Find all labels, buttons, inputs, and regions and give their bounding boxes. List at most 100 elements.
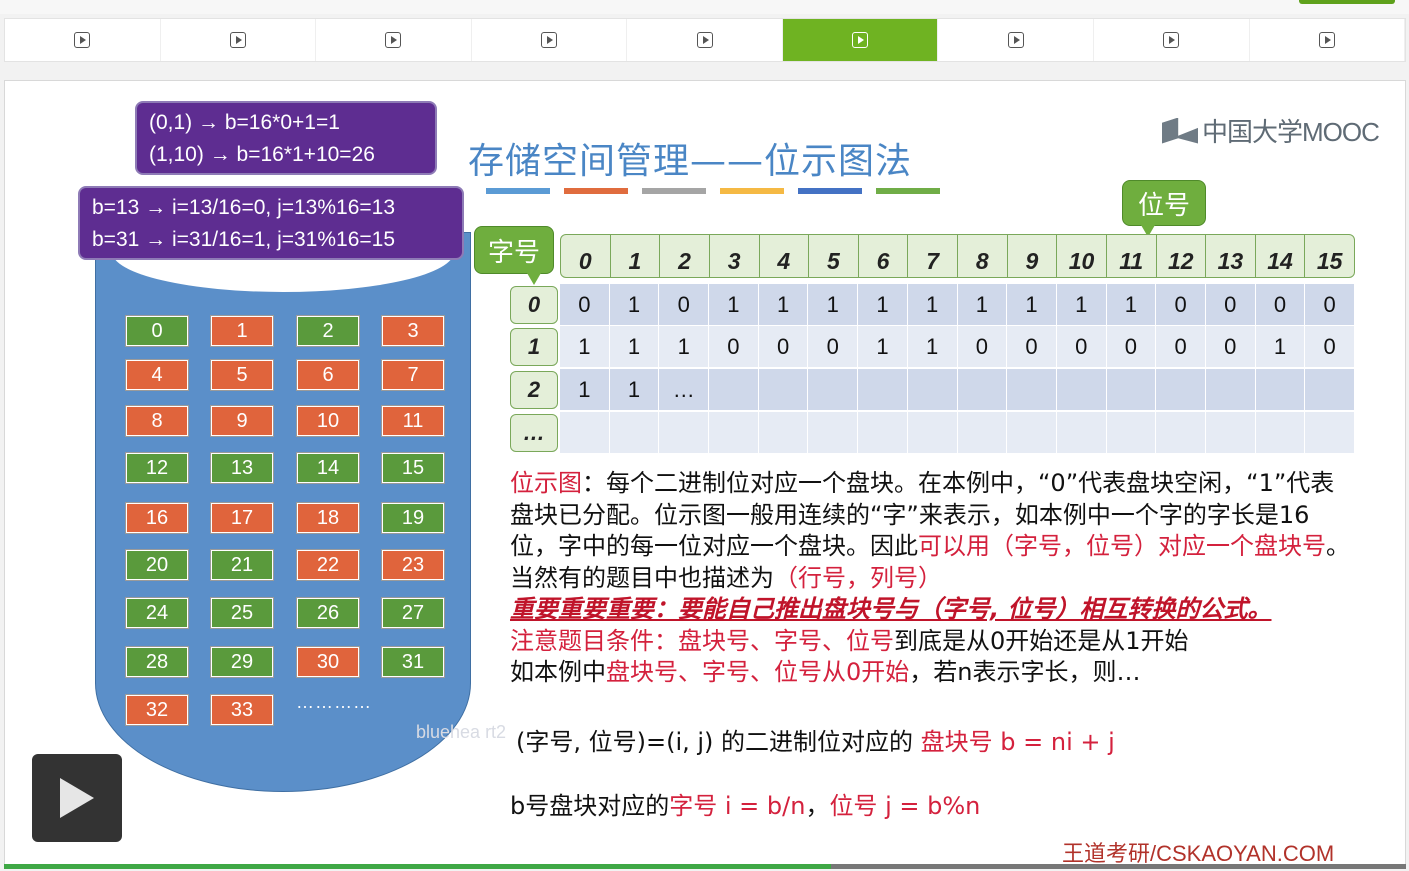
bitmap-cell: 1 [759,284,809,325]
para-highlight: （行号，列号） [774,563,942,592]
bitmap-cell [1305,412,1355,453]
bitmap-cell [1256,369,1306,410]
callout-line: b=31 → i=31/16=1, j=31%16=15 [92,228,396,251]
important-note: 重要重要重要：要能自己推出盘块号与（字号, 位号）相互转换的公式。 [510,595,1272,623]
disk-block: 21 [210,549,274,581]
chapter-tab-4[interactable] [472,19,628,61]
chapter-tab-9[interactable] [1250,19,1406,61]
bitmap-cell: 0 [560,284,610,325]
chapter-tab-5[interactable] [627,19,783,61]
disk-block: 18 [296,502,360,534]
top-strip [0,0,1409,14]
disk-block: 12 [125,452,189,484]
disk-block: 28 [125,646,189,678]
bitmap-cell [858,412,908,453]
disk-block: 15 [381,452,445,484]
play-icon [74,32,91,48]
chapter-tab-6-active[interactable] [782,19,939,61]
bitmap-row [560,412,1355,453]
title-bar-segment [486,188,550,194]
bitmap-cell: 0 [1305,326,1355,367]
bit-header-cell: 15 [1316,248,1343,274]
bitmap-cell [709,369,759,410]
bitmap-cell: 1 [958,284,1008,325]
bitmap-row: 1 1… [560,369,1355,410]
bit-header-cell: 8 [958,235,1008,277]
disk-block: 8 [125,405,189,437]
disk-block: 29 [210,646,274,678]
bitmap-cell [808,369,859,410]
bit-header-cell: 11 [1107,235,1157,277]
bit-header-cell: 14 [1256,235,1306,277]
term-bitmap: 位示图 [510,469,582,497]
bit-header-cell: 4 [760,235,810,277]
bit-header-cell: 6 [859,235,909,277]
bit-header-cell: 12 [1157,235,1207,277]
bitmap-cell: 1 [908,326,958,367]
bitmap-row: 0101111111110000 [560,284,1355,325]
bitmap-cell: 1 [858,284,908,325]
disk-block: 10 [296,405,360,437]
bitmap-cell [958,369,1008,410]
disk-block: 6 [296,359,360,391]
disk-block: 1 [210,315,274,347]
chapter-tab-2[interactable] [161,19,317,61]
disk-block: 26 [296,597,360,629]
chapter-tab-1[interactable] [5,19,161,61]
bitmap-cell: 1 [908,284,958,325]
bit-header-cell: 0 [561,235,611,277]
chapter-tab-7[interactable] [938,19,1094,61]
word-number-label: 字号 [474,226,554,285]
bitmap-cell [759,412,809,453]
play-icon [385,32,402,48]
bitmap-cell: 1 [659,326,710,367]
play-icon [1318,32,1335,48]
mooc-logo-text: 中国大学MOOC [1202,117,1380,147]
bitmap-cell [908,369,958,410]
disk-block: 0 [125,315,189,347]
bitmap-cell [1206,369,1256,410]
play-icon [696,32,713,48]
bitmap-cell: 0 [1206,284,1256,325]
chapter-tab-bar [4,18,1406,62]
bit-header-cell: 9 [1008,235,1058,277]
bitmap-cell [1057,369,1107,410]
note-text: 到底是从0开始还是从1开始 [894,626,1189,655]
explanation-text: 位示图：每个二进制位对应一个盘块。在本例中，“0”代表盘块空闲，“1”代表盘块已… [510,468,1355,689]
formula-text: (字号, 位号)=(i, j) 的二进制位对应的 [516,728,921,756]
disk-block: 4 [125,359,189,391]
bitmap-cell: 1 [808,284,859,325]
play-icon [852,32,869,48]
bitmap-cell [1007,412,1057,453]
bitmap-cell [560,412,610,453]
conversion-callout-top: (0,1) → b=16*0+1=1 (1,10) → b=16*1+10=26 [135,101,437,175]
bitmap-cell: 0 [1007,326,1057,367]
play-icon [1163,32,1180,48]
bit-number-label: 位号 [1122,180,1206,237]
play-icon [229,32,246,48]
bitmap-cell: 0 [659,284,710,325]
formula-text: b号盘块对应的 [510,792,670,820]
para-highlight: 可以用（字号，位号）对应一个盘块号 [918,532,1326,560]
chapter-tab-8[interactable] [1094,19,1250,61]
bitmap-cell: 0 [1107,326,1157,367]
bitmap-cell: 1 [1007,284,1057,325]
disk-block: 11 [381,405,445,437]
bitmap-cell: 1 [1057,284,1107,325]
progress-bar-fill [4,864,832,869]
disk-block: 2 [296,315,360,347]
bitmap-cell: 0 [808,326,859,367]
play-icon [1007,32,1024,48]
bitmap-cell [1256,412,1306,453]
bitmap-cell [1107,369,1157,410]
slide-title: 存储空间管理——位示图法 [468,141,913,182]
disk-block: 5 [210,359,274,391]
word-row-label: 0 [510,286,558,324]
bitmap-cell: … [659,369,710,410]
bitmap-cell [1156,369,1206,410]
formula-block-number: (字号, 位号)=(i, j) 的二进制位对应的 盘块号 b = ni + j [516,722,1115,757]
chapter-tab-3[interactable] [316,19,472,61]
title-bar-segment [564,188,628,194]
bit-header-cell: 10 [1057,235,1107,277]
play-button-icon[interactable] [32,754,122,842]
